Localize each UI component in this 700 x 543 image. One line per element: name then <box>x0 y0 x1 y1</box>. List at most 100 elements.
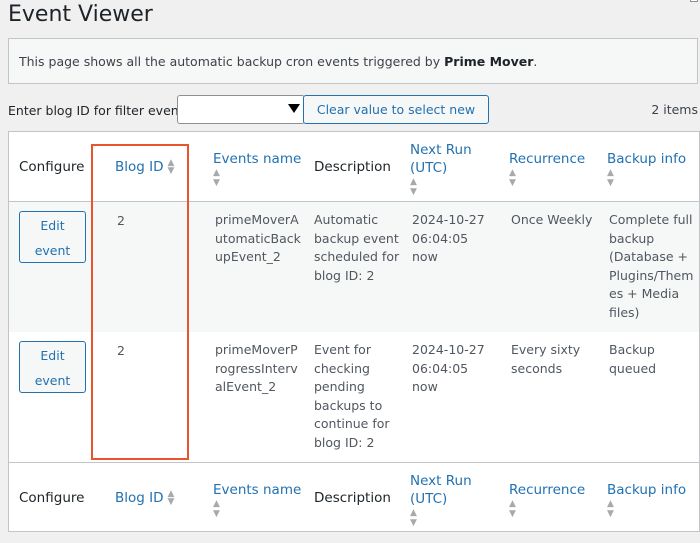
row-blog-id: 2 <box>117 343 125 358</box>
column-next-run-line2: (UTC) <box>410 160 448 176</box>
column-backup-info-label: Backup info <box>607 151 687 167</box>
text-line: blog ID: 2 <box>314 434 375 450</box>
sort-icon: ▲ ▼ <box>410 177 417 197</box>
text-line: 06:04:05 <box>412 360 469 376</box>
text-line: checking <box>314 360 370 376</box>
row-next-run: 2024-10-27 06:04:05 now <box>412 211 485 267</box>
table-row: Edit event 2 primeMoverP rogressInterv a… <box>9 332 699 462</box>
text-line: Event for <box>314 342 371 357</box>
row-events-name: primeMoverP rogressInterv alEvent_2 <box>215 341 298 397</box>
text-line: files) <box>609 304 640 320</box>
row-events-name: primeMoverA utomaticBack upEvent_2 <box>215 211 301 267</box>
row-blog-id: 2 <box>117 213 125 228</box>
edit-event-button[interactable]: Edit event <box>19 341 86 393</box>
edit-event-label: Edit <box>40 348 65 363</box>
column-blog-id[interactable]: Blog ID ▲ ▼ <box>115 158 176 176</box>
column-next-run[interactable]: Next Run (UTC) ▲ ▼ <box>410 472 472 528</box>
screen-options-tab[interactable] <box>690 0 698 2</box>
text-line: 06:04:05 <box>412 230 469 246</box>
text-line: 2024-10-27 <box>412 342 485 357</box>
row-description: Automatic backup event scheduled for blo… <box>314 211 399 285</box>
text-line: scheduled for <box>314 249 400 265</box>
events-table: Configure Blog ID ▲ ▼ Events name ▲ ▼ Descri… <box>8 131 700 532</box>
table-header-row: Configure Blog ID ▲ ▼ Events name ▲ ▼ Descri… <box>9 132 699 202</box>
column-backup-info-label: Backup info <box>607 482 687 498</box>
text-line: rogressInterv <box>215 360 298 376</box>
column-next-run-line2: (UTC) <box>410 491 448 507</box>
column-next-run-line1: Next Run <box>410 473 472 489</box>
sort-icon: ▲ ▼ <box>607 499 614 519</box>
column-recurrence[interactable]: Recurrence ▲ ▼ <box>509 150 585 188</box>
text-line: now <box>412 249 438 265</box>
text-line: alEvent_2 <box>215 379 277 395</box>
column-backup-info[interactable]: Backup info ▲ ▼ <box>607 481 686 519</box>
filter-bar: Enter blog ID for filter events Clear va… <box>8 95 698 144</box>
edit-event-label: event <box>34 243 71 258</box>
column-events-name-label: Events name <box>213 482 302 498</box>
column-configure: Configure <box>19 159 85 175</box>
row-recurrence: Once Weekly <box>511 211 592 230</box>
notice-text: This page shows all the automatic backup… <box>19 54 445 69</box>
text-line: pending <box>314 379 365 395</box>
text-line: 2024-10-27 <box>412 212 485 227</box>
column-description: Description <box>314 159 391 175</box>
column-next-run[interactable]: Next Run (UTC) ▲ ▼ <box>410 141 472 197</box>
text-line: backup event <box>314 230 399 246</box>
column-backup-info[interactable]: Backup info ▲ ▼ <box>607 150 686 188</box>
row-backup-info: Backup queued <box>609 341 656 378</box>
filter-label: Enter blog ID for filter events <box>8 103 191 118</box>
text-line: primeMoverP <box>215 342 298 357</box>
text-line: primeMoverA <box>215 212 299 227</box>
column-events-name-label: Events name <box>213 151 302 167</box>
row-description: Event for checking pending backups to co… <box>314 341 390 453</box>
sort-icon: ▲ ▼ <box>509 168 516 188</box>
text-line: backup <box>609 230 655 246</box>
text-line: Every sixty <box>511 342 581 357</box>
text-line: continue for <box>314 416 390 432</box>
items-count: 2 items <box>651 102 698 117</box>
sort-icon: ▲ ▼ <box>167 158 175 176</box>
column-events-name[interactable]: Events name ▲ ▼ <box>213 481 301 519</box>
column-configure: Configure <box>19 490 85 506</box>
text-line: es + Media <box>609 286 680 302</box>
sort-icon: ▲ ▼ <box>410 508 417 528</box>
blog-id-select[interactable] <box>177 95 305 124</box>
row-backup-info: Complete full backup (Database + Plugins… <box>609 211 693 323</box>
column-blog-id-label: Blog ID <box>115 159 164 175</box>
dropdown-arrow-icon <box>288 104 300 113</box>
edit-event-label: event <box>34 373 71 388</box>
info-notice: This page shows all the automatic backup… <box>8 38 698 84</box>
row-recurrence: Every sixty seconds <box>511 341 580 378</box>
column-events-name[interactable]: Events name ▲ ▼ <box>213 150 301 188</box>
text-line: blog ID: 2 <box>314 267 375 283</box>
sort-icon: ▲ ▼ <box>167 489 175 507</box>
text-line: (Database + <box>609 249 688 265</box>
row-next-run: 2024-10-27 06:04:05 now <box>412 341 485 397</box>
text-line: Automatic <box>314 212 379 227</box>
text-line: backups to <box>314 397 383 413</box>
notice-period: . <box>533 54 538 69</box>
text-line: Once Weekly <box>511 212 593 227</box>
text-line: queued <box>609 360 657 376</box>
column-blog-id-label: Blog ID <box>115 490 164 506</box>
notice-plugin-name: Prime Mover <box>444 54 534 69</box>
edit-event-button[interactable]: Edit event <box>19 211 86 263</box>
column-recurrence-label: Recurrence <box>509 482 586 498</box>
text-line: now <box>412 379 438 395</box>
column-recurrence-label: Recurrence <box>509 151 586 167</box>
text-line: Backup <box>609 342 655 357</box>
text-line: upEvent_2 <box>215 249 281 265</box>
table-footer-row: Configure Blog ID ▲ ▼ Events name ▲ ▼ Descri… <box>9 462 699 531</box>
text-line: Plugins/Them <box>609 267 694 283</box>
sort-icon: ▲ ▼ <box>213 168 220 188</box>
sort-icon: ▲ ▼ <box>509 499 516 519</box>
column-recurrence[interactable]: Recurrence ▲ ▼ <box>509 481 585 519</box>
page-title: Event Viewer <box>8 2 153 27</box>
clear-filter-button[interactable]: Clear value to select new site <box>303 95 489 144</box>
column-blog-id[interactable]: Blog ID ▲ ▼ <box>115 489 176 507</box>
column-description: Description <box>314 490 391 506</box>
edit-event-label: Edit <box>40 218 65 233</box>
column-next-run-line1: Next Run <box>410 142 472 158</box>
sort-icon: ▲ ▼ <box>213 499 220 519</box>
text-line: Complete full <box>609 212 693 227</box>
